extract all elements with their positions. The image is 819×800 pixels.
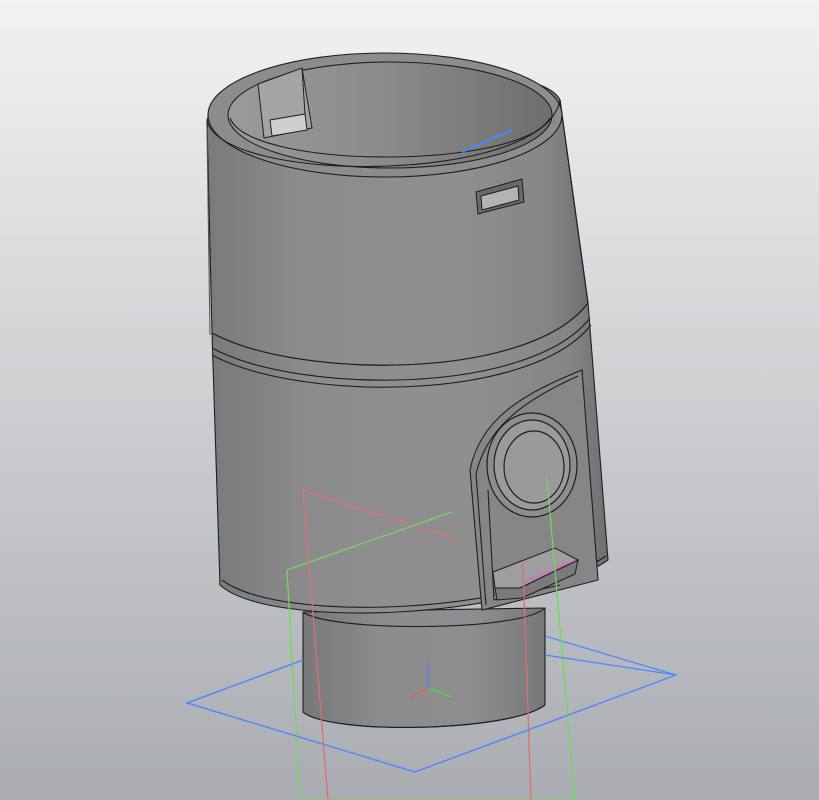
3d-viewport[interactable] bbox=[0, 0, 819, 800]
top-rim bbox=[206, 52, 563, 178]
lower-shaft[interactable] bbox=[302, 607, 546, 728]
round-button[interactable] bbox=[486, 412, 578, 518]
